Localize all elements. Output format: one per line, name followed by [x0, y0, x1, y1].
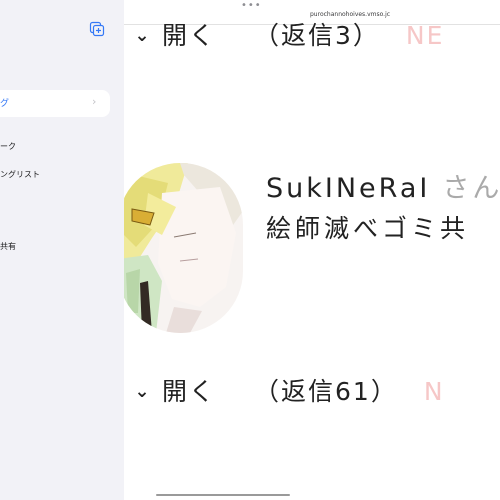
web-content: ••• purochannohoives.vmso.jc ⌄ 開く （返信3） NE … — [124, 0, 500, 500]
expand-label: 開く — [162, 21, 217, 50]
new-badge: NE — [405, 21, 445, 50]
username-text: SukINeRaI — [266, 173, 431, 204]
sidebar-item-label: グ — [0, 99, 10, 109]
more-dots-icon[interactable]: ••• — [241, 0, 262, 11]
sidebar: グ › ーク ングリスト 共有 — [0, 0, 124, 500]
expand-replies-button[interactable]: ⌄ 開く （返信61） N — [124, 372, 445, 408]
chevron-right-icon: › — [92, 95, 97, 108]
sidebar-item-reading-list[interactable]: ングリスト — [0, 169, 40, 180]
expand-label: 開く — [162, 377, 217, 406]
expand-replies-button[interactable]: ⌄ 開く （返信3） NE — [124, 16, 444, 52]
sidebar-item-shared[interactable]: 共有 — [0, 241, 16, 252]
post-username[interactable]: SukINeRaI さん — [266, 166, 500, 205]
avatar-image — [124, 163, 243, 333]
reply-count: （返信3） — [254, 21, 380, 50]
home-indicator — [156, 494, 290, 496]
chevron-down-icon: ⌄ — [134, 25, 152, 46]
avatar[interactable] — [124, 163, 243, 333]
honorific-text: さん — [442, 173, 500, 204]
sidebar-item-selected[interactable]: グ › — [0, 90, 110, 117]
chevron-down-icon: ⌄ — [134, 381, 152, 402]
reply-count: （返信61） — [254, 377, 398, 406]
post-comment: 絵師滅べゴミ共 — [266, 214, 470, 243]
new-badge: N — [423, 377, 445, 406]
add-tab-icon[interactable] — [89, 21, 105, 37]
sidebar-item-bookmarks[interactable]: ーク — [0, 141, 16, 152]
